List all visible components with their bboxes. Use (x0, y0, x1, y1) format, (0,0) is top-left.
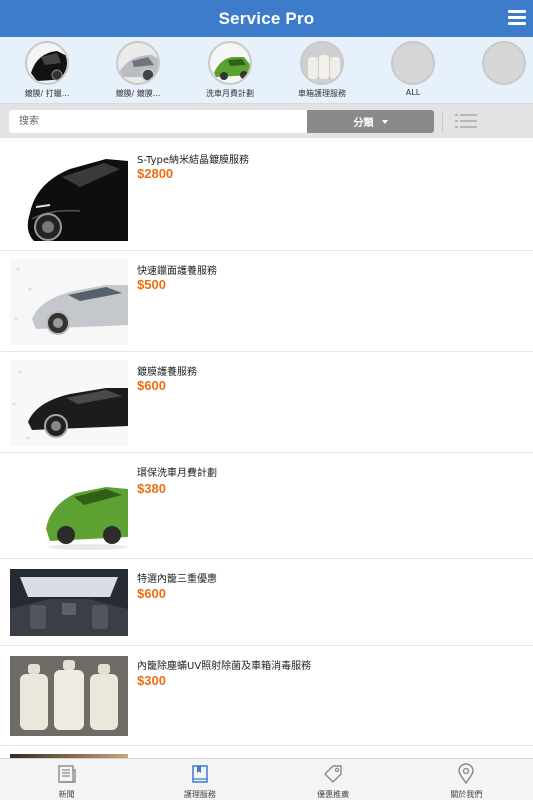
category-label: ALL (405, 88, 421, 97)
list-view-icon[interactable] (455, 114, 477, 130)
product-price: $300 (137, 673, 166, 688)
product-name: 內籠除塵蟎UV照射除菌及車箱消毒服務 (137, 661, 312, 672)
product-price: $600 (137, 586, 166, 601)
list-item[interactable]: 環保洗車月費計劃 $380 (0, 453, 533, 559)
hamburger-menu-icon[interactable] (508, 10, 526, 26)
search-bar-row: 分類 (0, 104, 533, 138)
category-item-extra[interactable] (459, 41, 533, 88)
category-item-coating[interactable]: 鍍膜/ 鍍膜... (93, 41, 183, 99)
black-car-wrap-image (25, 41, 69, 85)
newspaper-icon (56, 763, 78, 785)
green-grass-car-image (208, 41, 252, 85)
product-list: S-Type納米結晶鍍膜服務 $2800 快速鑞面護養服務 $500 鍍膜護養服… (0, 138, 533, 758)
list-item[interactable]: 鍍膜護養服務 $600 (0, 352, 533, 453)
extra-category-placeholder (482, 41, 526, 85)
product-name: 快速鑞面護養服務 (137, 266, 217, 277)
nav-promotions[interactable]: 優惠推廣 (267, 759, 400, 800)
category-label: 鍍膜/ 打蠟... (24, 89, 70, 98)
product-price: $380 (137, 481, 166, 496)
divider (442, 111, 443, 133)
book-icon (189, 763, 211, 785)
nav-label: 關於我們 (450, 790, 483, 799)
category-item-all[interactable]: ALL (368, 41, 458, 97)
app-header: Service Pro (0, 0, 533, 37)
car-interior-seats-image (300, 41, 344, 85)
white-leather-seats-image (10, 656, 128, 736)
silver-sedan-image (10, 259, 128, 345)
list-item[interactable] (0, 746, 533, 758)
category-label: 鍍膜/ 鍍膜... (115, 89, 161, 98)
nav-label: 護理服務 (183, 790, 216, 799)
nav-news[interactable]: 新聞 (0, 759, 133, 800)
category-label: 洗車月費計劃 (206, 89, 254, 98)
silver-car-detail-image (116, 41, 160, 85)
list-item[interactable]: 內籠除塵蟎UV照射除菌及車箱消毒服務 $300 (0, 646, 533, 746)
all-category-placeholder (391, 41, 435, 85)
product-price: $500 (137, 277, 166, 292)
bottom-navigation: 新聞 護理服務 優惠推廣 關於我們 (0, 758, 533, 800)
list-item[interactable]: S-Type納米結晶鍍膜服務 $2800 (0, 138, 533, 251)
nav-label: 優惠推廣 (317, 790, 350, 799)
category-item-wrap-wax[interactable]: 鍍膜/ 打蠟... (2, 41, 92, 99)
grass-covered-car-image (10, 463, 128, 551)
location-pin-icon (455, 763, 477, 785)
tag-icon (322, 763, 344, 785)
category-dropdown-label: 分類 (353, 118, 374, 129)
category-item-wash-plan[interactable]: 洗車月費計劃 (185, 41, 275, 99)
category-strip: 鍍膜/ 打蠟... 鍍膜/ 鍍膜... 洗車月費計劃 車箱護理服務 ALL (0, 37, 533, 104)
product-name: 特選內籠三重優惠 (137, 574, 217, 585)
search-input[interactable] (9, 110, 307, 133)
nav-label: 新聞 (58, 790, 75, 799)
category-item-interior[interactable]: 車箱護理服務 (277, 41, 367, 99)
list-item[interactable]: 快速鑞面護養服務 $500 (0, 251, 533, 352)
app-title: Service Pro (218, 8, 315, 28)
product-price: $600 (137, 378, 166, 393)
black-sports-car-image (10, 147, 128, 241)
product-price: $2800 (137, 166, 174, 181)
product-name: S-Type納米結晶鍍膜服務 (137, 155, 250, 166)
category-label: 車箱護理服務 (298, 89, 346, 98)
caret-down-icon (381, 119, 388, 124)
nav-care-services[interactable]: 護理服務 (133, 759, 266, 800)
product-name: 環保洗車月費計劃 (137, 468, 217, 479)
nav-about-us[interactable]: 關於我們 (400, 759, 533, 800)
product-name: 鍍膜護養服務 (137, 367, 197, 378)
black-sedan-image (10, 360, 128, 446)
category-dropdown-button[interactable]: 分類 (307, 110, 434, 133)
app-root: Service Pro 鍍膜/ 打蠟... 鍍膜/ 鍍膜... 洗車月費計劃 車… (0, 0, 533, 800)
list-item[interactable]: 特選內籠三重優惠 $600 (0, 559, 533, 646)
car-interior-image (10, 569, 128, 636)
